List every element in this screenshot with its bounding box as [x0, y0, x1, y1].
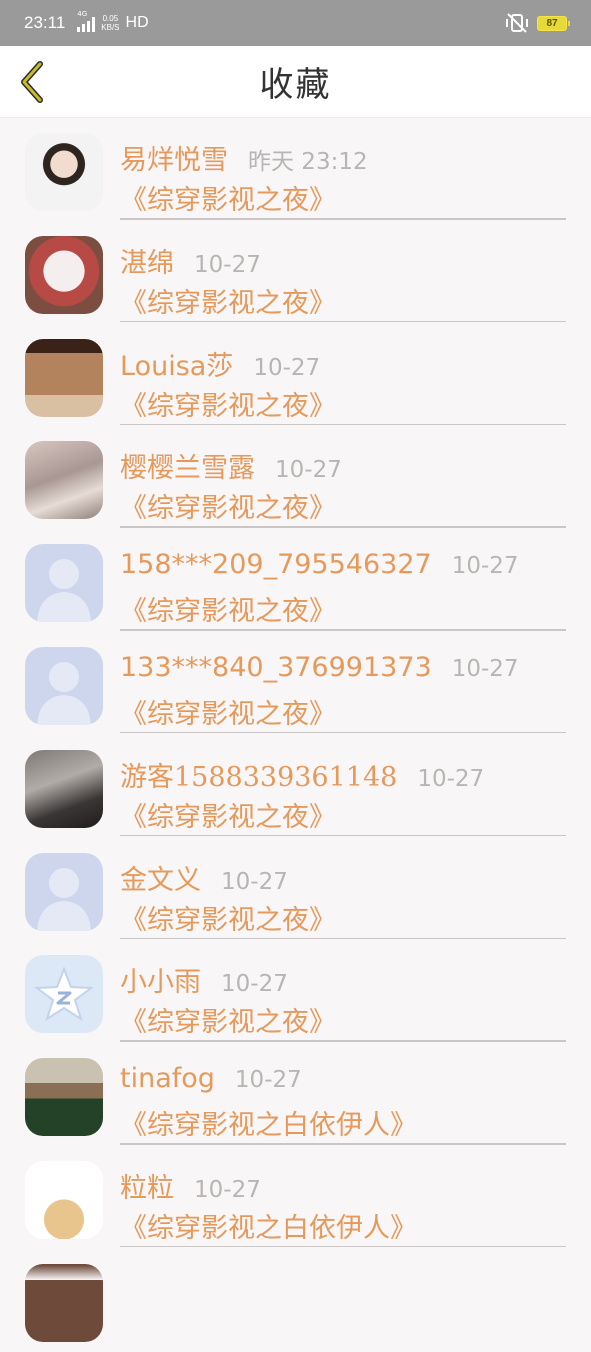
avatar[interactable]: [25, 1058, 103, 1137]
timestamp: 10-27: [253, 354, 321, 381]
avatar[interactable]: [25, 235, 103, 314]
default-user-icon: [37, 661, 91, 725]
list-item[interactable]: 湛绵 10-27 《综穿影视之夜》: [0, 221, 591, 324]
avatar[interactable]: [25, 852, 103, 931]
battery-icon: 87: [537, 15, 570, 31]
list-item[interactable]: 金文义 10-27 《综穿影视之夜》: [0, 838, 591, 941]
divider: [120, 731, 566, 734]
timestamp: 10-27: [451, 655, 519, 682]
book-title[interactable]: 《综穿影视之夜》: [120, 589, 336, 628]
list-item[interactable]: Louisa莎 10-27 《综穿影视之夜》: [0, 324, 591, 427]
book-title[interactable]: 《综穿影视之夜》: [120, 178, 336, 217]
timestamp: 10-27: [221, 971, 288, 998]
divider: [120, 218, 566, 220]
book-title[interactable]: 《综穿影视之白依伊人》: [120, 1103, 417, 1142]
divider: [120, 423, 566, 426]
user-name[interactable]: 金文义: [120, 858, 201, 897]
timestamp: 10-27: [451, 553, 519, 580]
user-name[interactable]: 湛绵: [120, 241, 174, 280]
timestamp: 10-27: [234, 1067, 302, 1094]
page-title: 收藏: [259, 65, 332, 105]
avatar[interactable]: [25, 749, 103, 828]
divider: [120, 629, 566, 631]
user-name[interactable]: 樱樱兰雪露: [120, 446, 255, 485]
list-item[interactable]: 粒粒 10-27 《综穿影视之白依伊人》: [0, 1146, 591, 1249]
timestamp: 10-27: [275, 457, 342, 484]
user-name[interactable]: Louisa莎: [120, 344, 233, 383]
signal-icon: 4G: [77, 10, 96, 32]
user-name[interactable]: 小小雨: [120, 960, 201, 999]
speed-unit: KB/S: [101, 23, 120, 32]
battery-level: 87: [546, 17, 558, 29]
book-title[interactable]: 《综穿影视之夜》: [120, 795, 336, 834]
timestamp: 10-27: [194, 1176, 261, 1203]
book-title[interactable]: 《综穿影视之夜》: [120, 486, 336, 525]
back-button[interactable]: [12, 58, 52, 106]
avatar[interactable]: [25, 133, 103, 211]
user-name[interactable]: 158***209_795546327: [120, 549, 432, 580]
divider: [120, 937, 566, 940]
divider: [120, 1143, 566, 1145]
list-item[interactable]: 樱樱兰雪露 10-27 《综穿影视之夜》: [0, 426, 591, 529]
network-indicator: 4G 0.05 KB/S HD: [77, 10, 149, 32]
vibrate-mute-icon: [506, 13, 528, 33]
avatar[interactable]: [25, 955, 103, 1034]
default-user-icon: [37, 559, 91, 623]
qq-star-icon: [34, 966, 94, 1022]
book-title[interactable]: 《综穿影视之夜》: [120, 692, 336, 731]
user-name[interactable]: 易烊悦雪: [120, 138, 228, 177]
book-title[interactable]: 《综穿影视之夜》: [120, 384, 336, 423]
user-name[interactable]: tinafog: [120, 1063, 215, 1094]
list-item[interactable]: 158***209_795546327 10-27 《综穿影视之夜》: [0, 529, 591, 632]
book-title[interactable]: 《综穿影视之夜》: [120, 281, 336, 320]
network-type: 4G: [77, 10, 88, 18]
timestamp: 10-27: [417, 765, 485, 792]
list-item[interactable]: 小小雨 10-27 《综穿影视之夜》: [0, 940, 591, 1043]
network-speed: 0.05 KB/S: [101, 14, 119, 32]
list-item[interactable]: tinafog 10-27 《综穿影视之白依伊人》: [0, 1043, 591, 1146]
chevron-left-icon: [21, 61, 43, 103]
timestamp: 10-27: [221, 868, 288, 895]
nav-bar: 收藏: [0, 46, 591, 118]
avatar[interactable]: [25, 1160, 103, 1239]
list-item[interactable]: 游客1588339361148 10-27 《综穿影视之夜》: [0, 735, 591, 838]
avatar[interactable]: [25, 646, 103, 725]
book-title[interactable]: 《综穿影视之夜》: [120, 1000, 336, 1039]
book-title[interactable]: 《综穿影视之夜》: [120, 898, 336, 937]
avatar[interactable]: [25, 544, 103, 623]
divider: [120, 834, 566, 837]
status-bar: 23:11 4G 0.05 KB/S HD 87: [0, 0, 591, 46]
divider: [120, 1245, 566, 1248]
favorites-list: 易烊悦雪 昨天 23:12 《综穿影视之夜》 湛绵 10-27 《综穿影视之夜》…: [0, 118, 591, 1352]
book-title[interactable]: 《综穿影视之白依伊人》: [120, 1206, 417, 1245]
user-name[interactable]: 粒粒: [120, 1166, 174, 1205]
list-item[interactable]: 易烊悦雪 昨天 23:12 《综穿影视之夜》: [0, 118, 591, 221]
avatar[interactable]: [25, 441, 103, 520]
speed-value: 0.05: [102, 14, 119, 23]
default-user-icon: [37, 867, 91, 931]
divider: [120, 526, 566, 528]
user-name[interactable]: 133***840_376991373: [120, 652, 432, 683]
list-item[interactable]: 133***840_376991373 10-27 《综穿影视之夜》: [0, 632, 591, 735]
divider: [120, 320, 566, 323]
timestamp: 10-27: [194, 251, 261, 278]
timestamp: 昨天 23:12: [248, 149, 368, 175]
avatar[interactable]: [25, 338, 103, 417]
hd-indicator: HD: [125, 14, 149, 31]
status-time: 23:11: [24, 13, 66, 32]
user-name[interactable]: 游客1588339361148: [120, 755, 397, 794]
divider: [120, 1040, 566, 1042]
scroll-fade: [0, 1265, 591, 1280]
